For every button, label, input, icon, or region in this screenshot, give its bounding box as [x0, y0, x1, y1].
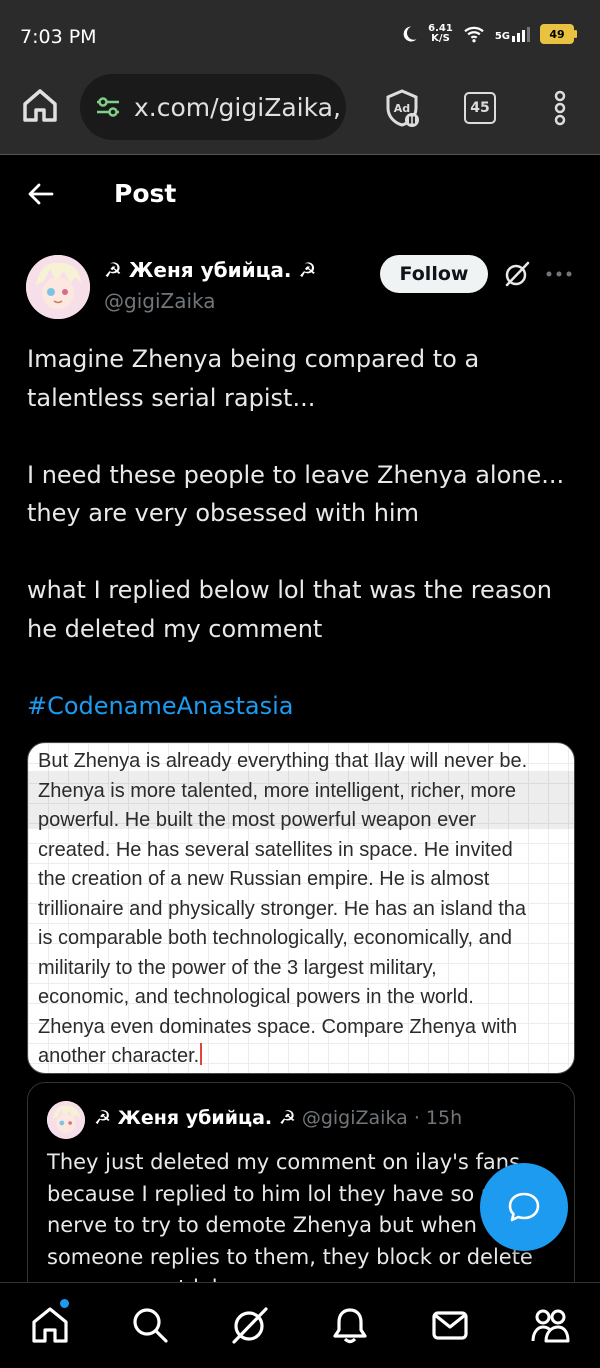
post-media-image[interactable]: But Zhenya is already everything that Il… — [27, 742, 575, 1074]
search-icon[interactable] — [130, 1305, 170, 1345]
text-caret — [200, 1043, 203, 1065]
media-line: the creation of a new Russian empire. He… — [38, 868, 490, 890]
messages-icon[interactable] — [430, 1305, 470, 1345]
quote-time: 15h — [425, 1107, 463, 1129]
quote-handle: @gigiZaika — [301, 1107, 408, 1129]
address-bar[interactable]: x.com/gigiZaika, — [80, 74, 346, 140]
quote-avatar — [47, 1101, 85, 1139]
media-line: trillionaire and physically stronger. He… — [38, 897, 527, 920]
hashtag-link[interactable]: #CodenameAnastasia — [27, 687, 577, 726]
post-line: Imagine Zhenya being compared to a — [27, 345, 480, 373]
back-arrow-icon[interactable] — [26, 179, 56, 209]
follow-button[interactable]: Follow — [380, 255, 488, 293]
chat-bubble-icon — [508, 1192, 540, 1222]
ad-block-icon[interactable]: Ad — [382, 88, 422, 128]
grok-icon[interactable] — [504, 261, 530, 287]
status-bar: 7:03 PM 6.41 K/S 5G 49 — [0, 0, 600, 72]
media-line: militarily to the power of the 3 largest… — [38, 956, 437, 979]
compose-message-button[interactable] — [480, 1163, 568, 1251]
post-line: talentless serial rapist... — [27, 383, 316, 412]
media-line: created. He has several satellites in sp… — [38, 838, 513, 861]
media-line: economic, and technological powers in th… — [38, 986, 474, 1008]
post-header: Post — [0, 155, 600, 235]
grok-icon[interactable] — [230, 1305, 270, 1345]
post-line: they are very obsessed with him — [27, 499, 419, 527]
media-text: But Zhenya is already everything that Il… — [38, 747, 574, 1072]
kebab-menu-icon[interactable] — [548, 88, 572, 128]
more-icon[interactable] — [546, 270, 572, 278]
media-line: powerful. He built the most powerful wea… — [38, 809, 477, 831]
post-body: Imagine Zhenya being compared to a talen… — [27, 340, 577, 725]
bottom-nav — [0, 1282, 600, 1368]
post-line: he deleted my comment — [27, 614, 323, 643]
author-display-name[interactable]: ☭ Женя убийца. ☭ — [104, 258, 316, 282]
net-speed: 6.41 K/S — [428, 23, 453, 44]
quote-line: someone replies to them, they block or d… — [47, 1244, 533, 1269]
quote-line: They just deleted my comment on ilay's f… — [47, 1150, 521, 1174]
home-icon[interactable] — [20, 86, 60, 126]
post-line: what I replied below lol that was the re… — [27, 576, 552, 604]
status-time: 7:03 PM — [20, 26, 97, 48]
wifi-icon — [464, 26, 484, 43]
notification-dot — [60, 1299, 69, 1308]
post-line: I need these people to leave Zhenya alon… — [27, 460, 565, 489]
author-handle[interactable]: @gigiZaika — [104, 289, 216, 313]
notifications-icon[interactable] — [330, 1305, 370, 1345]
media-line: is comparable both technologically, econ… — [38, 927, 512, 949]
page-title: Post — [114, 179, 177, 208]
communities-icon[interactable] — [530, 1305, 570, 1345]
moon-icon — [403, 26, 417, 42]
media-line: Zhenya even dominates space. Compare Zhe… — [38, 1015, 518, 1038]
media-line: Zhenya is more talented, more intelligen… — [38, 779, 516, 802]
url-text: x.com/gigiZaika, — [134, 92, 341, 122]
media-line: another character. — [38, 1042, 574, 1072]
svg-text:Ad: Ad — [394, 102, 410, 115]
battery-icon: 49 — [540, 24, 577, 44]
avatar[interactable] — [26, 255, 90, 319]
media-line: But Zhenya is already everything that Il… — [38, 750, 528, 772]
tabs-button[interactable]: 45 — [464, 92, 496, 124]
home-icon[interactable] — [30, 1305, 70, 1345]
browser-toolbar: x.com/gigiZaika, Ad 45 — [0, 72, 600, 155]
signal-icon: 5G — [495, 26, 530, 42]
status-icons: 6.41 K/S 5G 49 — [400, 23, 577, 44]
tune-icon[interactable] — [94, 93, 122, 121]
quote-meta: ☭ Женя убийца. ☭ @gigiZaika · 15h — [94, 1107, 463, 1129]
quote-display-name: ☭ Женя убийца. ☭ — [94, 1107, 296, 1129]
